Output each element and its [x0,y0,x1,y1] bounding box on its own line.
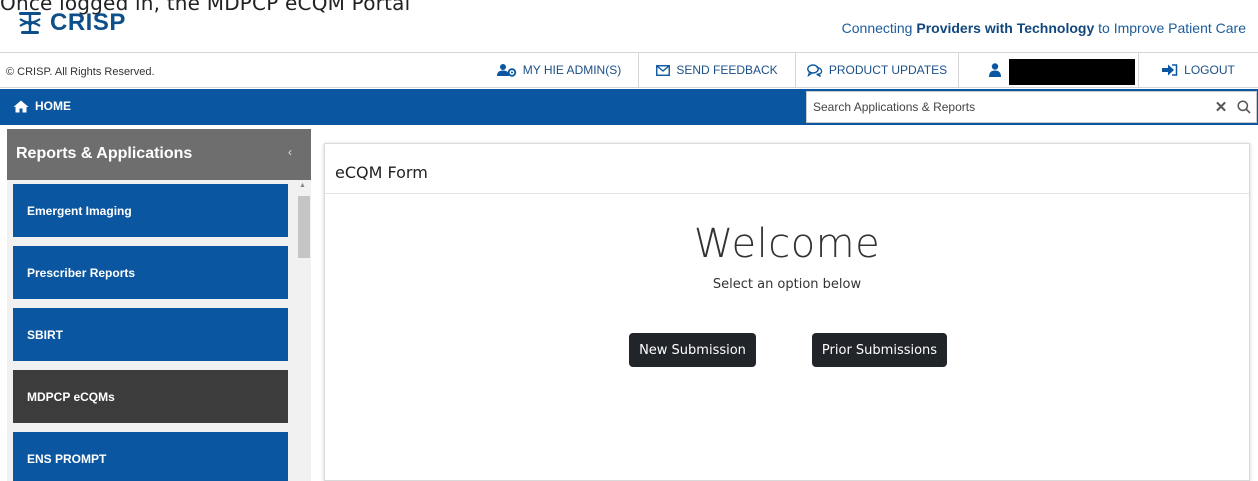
sidebar-item-sbirt[interactable]: SBIRT [13,308,288,361]
sidebar-header: Reports & Applications ‹ [7,129,311,180]
logout-button[interactable]: LOGOUT [1138,53,1258,87]
chat-bubbles-icon [806,63,823,77]
welcome-subtitle: Select an option below [712,277,862,292]
my-hie-admin-button[interactable]: MY HIE ADMIN(S) [480,53,638,87]
sidebar-scrollbar[interactable]: ▲ [296,180,311,481]
tagline-bold: Providers with Technology [916,20,1095,36]
sidebar-item-ens-prompt[interactable]: ENS PROMPT [13,432,288,481]
tagline: Connecting Providers with Technology to … [842,20,1246,36]
sidebar-item-mdpcp-ecqms[interactable]: MDPCP eCQMs [13,370,288,423]
tagline-pre: Connecting [841,20,917,36]
sidebar-item-emergent-imaging[interactable]: Emergent Imaging [13,184,288,237]
welcome-heading: Welcome [693,221,881,267]
logo-text: CRISP [50,9,126,36]
search-box: ✕ [806,91,1257,123]
search-input[interactable] [807,93,1210,121]
clear-search-icon[interactable]: ✕ [1210,98,1232,116]
sign-out-icon [1162,64,1178,76]
send-feedback-button[interactable]: SEND FEEDBACK [638,53,795,87]
sidebar-item-label: SBIRT [27,327,63,342]
user-icon [989,63,1001,77]
utility-bar: © CRISP. All Rights Reserved. MY HIE ADM… [0,52,1258,88]
sidebar-item-label: Emergent Imaging [27,203,132,218]
home-icon [13,100,29,112]
collapse-sidebar-icon[interactable]: ‹ [288,145,292,159]
redacted-username [1009,59,1135,85]
prior-submissions-button[interactable]: Prior Submissions [812,333,947,367]
logout-label: LOGOUT [1184,63,1235,77]
send-feedback-label: SEND FEEDBACK [676,63,778,77]
product-updates-button[interactable]: PRODUCT UPDATES [795,53,958,87]
panel-title: eCQM Form [335,163,428,182]
product-updates-label: PRODUCT UPDATES [828,63,948,77]
copyright-text: © CRISP. All Rights Reserved. [6,66,155,78]
search-icon[interactable] [1232,100,1256,114]
panel-header: eCQM Form [325,144,1249,194]
sidebar-title: Reports & Applications [16,145,193,162]
main-nav-bar: HOME ✕ [0,89,1258,125]
ecqm-form-panel: eCQM Form Welcome Select an option below… [324,143,1250,481]
crisp-logo[interactable]: CRISP [16,9,126,37]
scrollbar-thumb[interactable] [298,196,310,258]
sidebar-item-prescriber-reports[interactable]: Prescriber Reports [13,246,288,299]
sidebar-item-label: ENS PROMPT [27,451,107,466]
sidebar-item-label: MDPCP eCQMs [27,389,115,404]
crisp-logo-icon [19,12,41,34]
scroll-up-arrow-icon[interactable]: ▲ [299,182,306,189]
home-link[interactable]: HOME [13,99,71,113]
new-submission-button[interactable]: New Submission [629,333,756,367]
home-label: HOME [35,99,71,113]
envelope-icon [656,64,671,76]
tagline-post: to Improve Patient Care [1094,20,1246,36]
sidebar: Reports & Applications ‹ Emergent Imagin… [7,129,311,481]
my-hie-admin-label: MY HIE ADMIN(S) [522,63,622,77]
sidebar-item-label: Prescriber Reports [27,265,136,280]
admin-users-icon [496,64,516,77]
